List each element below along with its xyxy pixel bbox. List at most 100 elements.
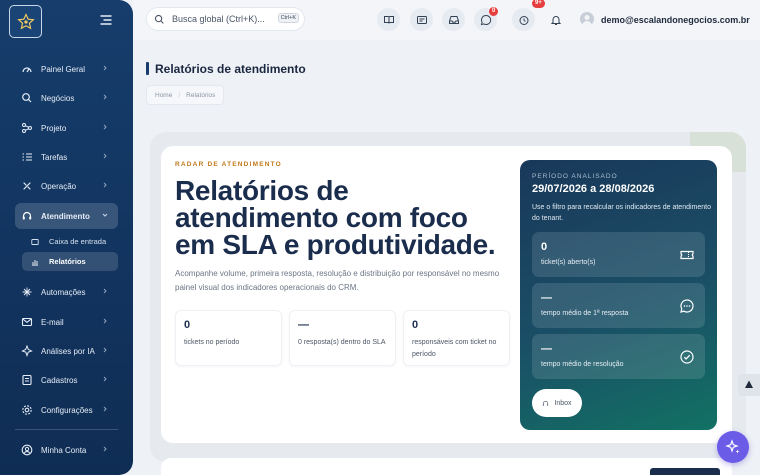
breadcrumb: Home / Relatórios — [146, 85, 225, 105]
chevron-right-icon — [103, 65, 107, 71]
chevron-down-icon — [102, 213, 108, 217]
sidebar-item-automacoes[interactable]: Automações — [15, 279, 118, 305]
period-range: 29/07/2026 a 28/08/2026 — [532, 183, 655, 195]
sidebar-item-label: Cadastros — [41, 375, 78, 385]
metric-label: tempo médio de 1ª resposta — [541, 310, 629, 317]
star-logo-icon — [16, 12, 35, 29]
ai-assistant-button[interactable] — [717, 431, 749, 463]
sidebar-item-label: Painel Geral — [41, 64, 86, 74]
whatsapp-button[interactable]: 0 — [474, 7, 499, 31]
first-response-card: — tempo médio de 1ª resposta — [532, 283, 705, 328]
stat-label: tickets no período — [184, 339, 240, 346]
whatsapp-icon — [480, 14, 491, 25]
stat-card-responsaveis: 0 responsáveis com ticket no período — [403, 310, 510, 366]
inbox-link-button[interactable]: Inbox — [532, 389, 582, 417]
search-icon — [21, 92, 33, 104]
page-title: Relatórios de atendimento — [155, 62, 306, 76]
settings-icon — [21, 404, 33, 416]
sidebar-item-projeto[interactable]: Projeto — [15, 115, 118, 141]
search-input[interactable]: Busca global (Ctrl+K)... — [172, 14, 265, 24]
docs-button[interactable] — [377, 8, 400, 31]
chevron-right-icon — [103, 376, 107, 382]
metric-value: — — [541, 343, 552, 355]
breadcrumb-home[interactable]: Home — [155, 92, 172, 99]
stat-card-tickets: 0 tickets no período — [175, 310, 282, 366]
hero-eyebrow: RADAR DE ATENDIMENTO — [175, 161, 282, 168]
stat-card-sla: — 0 resposta(s) dentro do SLA — [289, 310, 396, 366]
sidebar-item-label: Tarefas — [41, 152, 68, 162]
ai-icon — [21, 345, 33, 357]
next-section-button[interactable] — [650, 468, 720, 475]
sidebar-item-label: Configurações — [41, 405, 93, 415]
automation-icon — [21, 286, 33, 298]
user-avatar[interactable] — [580, 12, 594, 26]
sidebar-item-atendimento[interactable]: Atendimento — [15, 203, 118, 229]
period-eyebrow: PERÍODO ANALISADO — [532, 173, 618, 180]
tasks-icon — [21, 151, 33, 163]
timer-button[interactable]: 9+ — [512, 0, 545, 31]
sidebar-item-label: Automações — [41, 287, 86, 297]
sidebar-subitem-relatorios[interactable]: Relatórios — [22, 252, 118, 271]
cards-button[interactable] — [410, 8, 433, 31]
metric-value: — — [541, 292, 552, 304]
check-circle-icon — [680, 350, 694, 364]
sidebar-divider — [15, 429, 118, 430]
inbox-icon — [31, 238, 39, 245]
sidebar-subitem-caixa-de-entrada[interactable]: Caixa de entrada — [22, 232, 118, 251]
headset-icon — [21, 210, 33, 222]
sidebar-item-label: Operação — [41, 181, 77, 191]
records-icon — [21, 374, 33, 386]
sidebar-item-label: Atendimento — [41, 211, 90, 221]
sidebar-item-cadastros[interactable]: Cadastros — [15, 367, 118, 393]
sidebar-item-label: Negócios — [41, 93, 75, 103]
scroll-to-top-button[interactable] — [738, 374, 760, 396]
user-email[interactable]: demo@escalandonegocios.com.br — [601, 15, 750, 25]
metric-value: 0 — [541, 241, 548, 253]
sidebar-subitem-label: Caixa de entrada — [49, 237, 107, 246]
sidebar-item-operacao[interactable]: Operação — [15, 173, 118, 199]
stat-label: 0 resposta(s) dentro do SLA — [298, 339, 386, 346]
user-icon — [582, 15, 592, 26]
book-icon — [383, 15, 394, 24]
resolution-time-card: — tempo médio de resolução — [532, 334, 705, 379]
chevron-right-icon — [103, 153, 107, 159]
hero-description: Acompanhe volume, primeira resposta, res… — [175, 269, 500, 292]
sidebar-item-label: Análises por IA — [41, 346, 95, 356]
sidebar-item-analises-ia[interactable]: Análises por IA — [15, 338, 118, 364]
id-card-icon — [416, 15, 427, 24]
chevron-right-icon — [103, 94, 107, 100]
sidebar-item-label: Minha Conta — [41, 445, 87, 455]
stat-value: 0 — [412, 319, 419, 331]
hero-title: Relatórios de atendimento com foco em SL… — [175, 175, 496, 260]
global-search[interactable]: Busca global (Ctrl+K)... Ctrl+K — [147, 8, 304, 30]
whatsapp-badge: 0 — [489, 7, 499, 16]
inbox-button-label: Inbox — [554, 399, 572, 407]
notifications-button[interactable] — [544, 8, 567, 31]
dashboard-icon — [21, 63, 33, 75]
ticket-icon — [680, 250, 694, 260]
sidebar-item-minha-conta[interactable]: Minha Conta — [15, 437, 118, 463]
sparkles-icon — [725, 439, 740, 454]
user-circle-icon — [21, 444, 33, 456]
chevron-right-icon — [103, 288, 107, 294]
operation-icon — [21, 180, 33, 192]
open-tickets-card: 0 ticket(s) aberto(s) — [532, 232, 705, 277]
report-icon — [32, 259, 38, 265]
stat-value: — — [298, 319, 309, 331]
period-description: Use o filtro para recalcular os indicado… — [532, 204, 711, 222]
sidebar-item-tarefas[interactable]: Tarefas — [15, 144, 118, 170]
menu-toggle-icon[interactable] — [99, 13, 113, 27]
chevron-right-icon — [103, 406, 107, 412]
chevron-right-icon — [103, 446, 107, 452]
inbox-button[interactable] — [442, 8, 465, 31]
sidebar-item-painel-geral[interactable]: Painel Geral — [15, 56, 118, 82]
sidebar-item-negocios[interactable]: Negócios — [15, 85, 118, 111]
sidebar-item-configuracoes[interactable]: Configurações — [15, 397, 118, 423]
notifications-badge: 9+ — [532, 0, 545, 8]
inbox-tray-icon — [448, 15, 459, 24]
sidebar-item-email[interactable]: E-mail — [15, 309, 118, 335]
email-icon — [21, 316, 33, 328]
sidebar-item-label: E-mail — [41, 317, 64, 327]
app-logo[interactable] — [9, 5, 42, 38]
metric-label: ticket(s) aberto(s) — [541, 259, 596, 266]
